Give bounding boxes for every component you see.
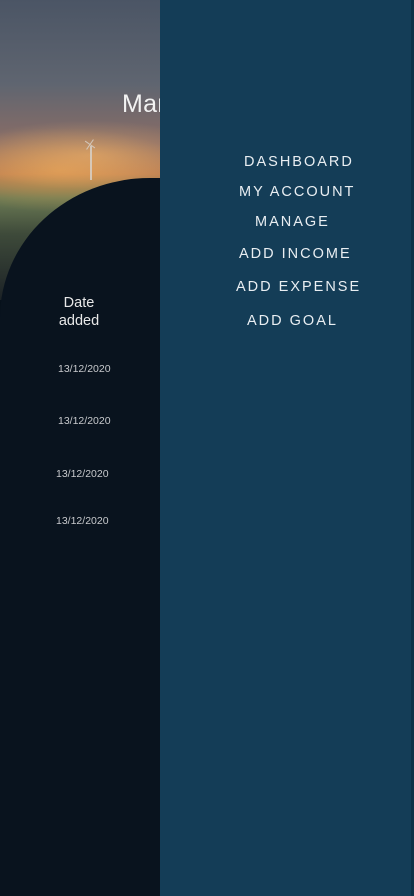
header-line-1: Date [63,295,95,311]
screen: Mar Date added 13/12/2020 13/12/2020 13/… [0,0,414,896]
wind-turbine-icon [90,146,92,180]
menu-item-add-goal[interactable]: ADD GOAL [247,313,338,329]
side-navigation-drawer: DASHBOARD MY ACCOUNT MANAGE ADD INCOME A… [160,0,414,896]
table-row-date: 13/12/2020 [56,515,109,527]
table-row-date: 13/12/2020 [56,468,109,480]
date-added-column-header: Date added [48,294,110,330]
table-row-date: 13/12/2020 [58,363,111,375]
header-line-2: added [58,313,100,329]
menu-item-manage[interactable]: MANAGE [255,214,330,230]
menu-item-add-expense[interactable]: ADD EXPENSE [236,279,361,295]
menu-item-my-account[interactable]: MY ACCOUNT [239,184,355,200]
menu-item-dashboard[interactable]: DASHBOARD [244,154,354,170]
menu-item-add-income[interactable]: ADD INCOME [239,246,352,262]
table-row-date: 13/12/2020 [58,415,111,427]
